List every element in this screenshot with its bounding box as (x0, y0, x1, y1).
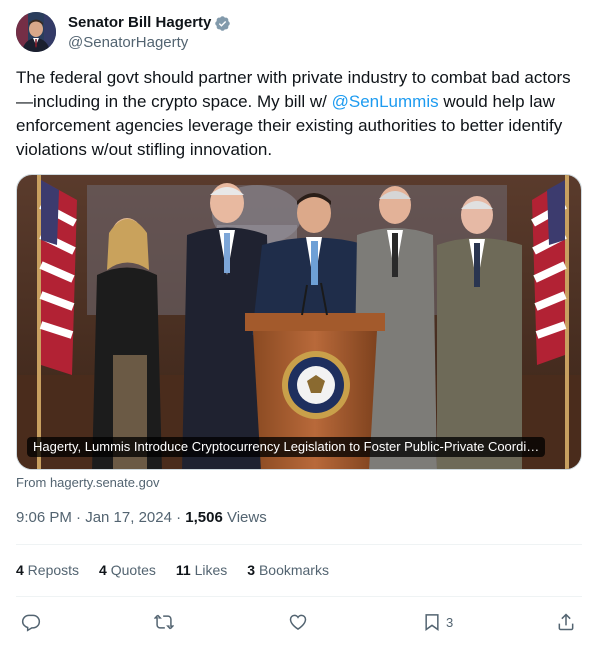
tweet-text: The federal govt should partner with pri… (16, 66, 576, 162)
reply-icon (21, 614, 41, 632)
stat-reposts[interactable]: 4 Reposts (16, 560, 79, 580)
tweet-timestamp[interactable]: 9:06 PM · Jan 17, 2024 · (16, 509, 185, 526)
divider (16, 544, 582, 545)
action-bar: 3 (16, 608, 582, 636)
author-handle[interactable]: @SenatorHagerty (68, 33, 231, 53)
repost-button[interactable] (154, 608, 174, 636)
reply-button[interactable] (21, 608, 41, 636)
author-avatar[interactable] (16, 12, 56, 52)
bookmark-icon (425, 614, 439, 631)
tweet-header: Senator Bill Hagerty @SenatorHagerty (16, 12, 582, 56)
stat-likes[interactable]: 11 Likes (176, 560, 227, 580)
divider (16, 596, 582, 597)
author-display-name-row[interactable]: Senator Bill Hagerty (68, 13, 231, 33)
heart-icon (289, 614, 307, 630)
author-display-name[interactable]: Senator Bill Hagerty (68, 13, 211, 33)
share-button[interactable] (556, 608, 576, 636)
tweet-meta: 9:06 PM · Jan 17, 2024 · 1,506 Views (16, 508, 267, 528)
link-card-image[interactable]: Hagerty, Lummis Introduce Cryptocurrency… (16, 174, 582, 470)
verified-badge-icon[interactable] (214, 15, 231, 32)
like-button[interactable] (288, 608, 308, 636)
bookmark-count: 3 (446, 614, 454, 630)
card-source[interactable]: From hagerty.senate.gov (16, 474, 160, 492)
author-names: Senator Bill Hagerty @SenatorHagerty (68, 13, 231, 53)
card-caption[interactable]: Hagerty, Lummis Introduce Cryptocurrency… (27, 437, 546, 457)
views-label: Views (222, 509, 267, 526)
views-count: 1,506 (185, 509, 223, 526)
bookmark-button[interactable]: 3 (422, 608, 453, 636)
repost-icon (154, 614, 174, 630)
stat-quotes[interactable]: 4 Quotes (99, 560, 156, 580)
engagement-stats: 4 Reposts 4 Quotes 11 Likes 3 Bookmarks (16, 560, 349, 580)
mention-link[interactable]: @SenLummis (332, 92, 439, 111)
press-conference-photo (17, 175, 581, 469)
stat-bookmarks[interactable]: 3 Bookmarks (247, 560, 329, 580)
share-icon (558, 613, 574, 631)
